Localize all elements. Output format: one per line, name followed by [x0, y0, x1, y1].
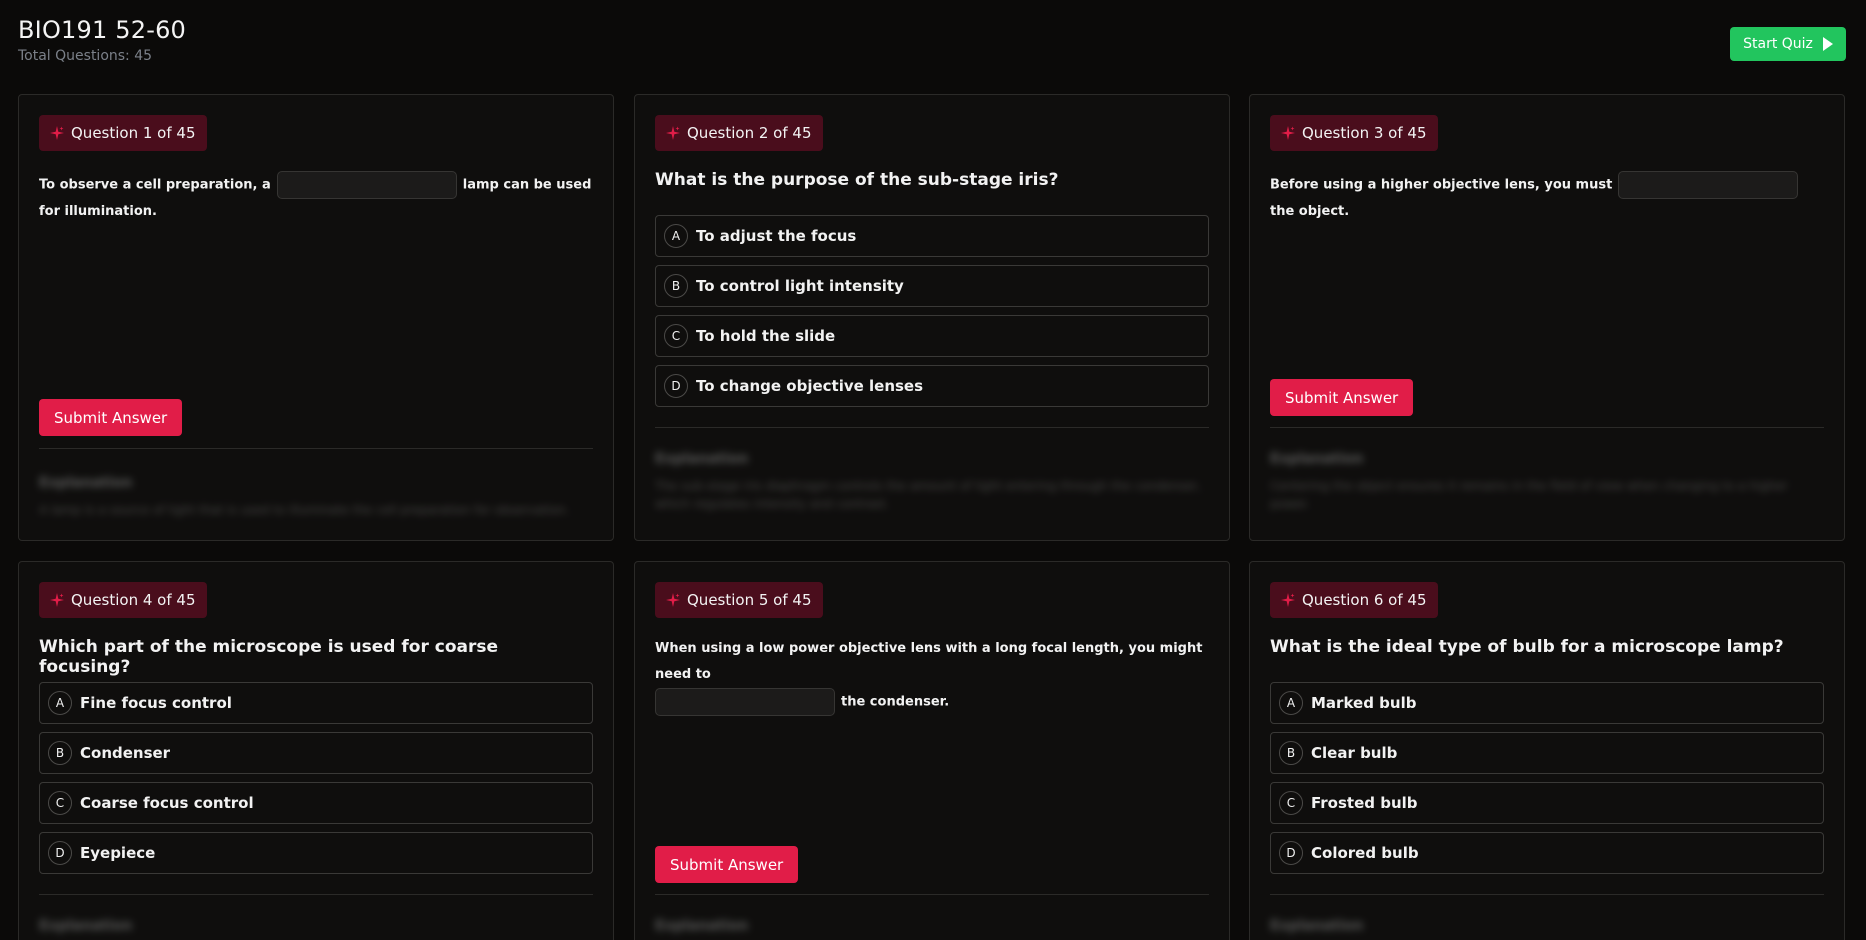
- start-quiz-label: Start Quiz: [1743, 36, 1813, 52]
- question-number: Question 6 of 45: [1302, 591, 1427, 609]
- option-text: To control light intensity: [696, 277, 904, 295]
- option-letter: B: [1279, 741, 1303, 765]
- option-letter: B: [664, 274, 688, 298]
- option-letter: B: [48, 741, 72, 765]
- start-quiz-button[interactable]: Start Quiz: [1730, 27, 1846, 61]
- option-letter: D: [48, 841, 72, 865]
- question-text: To observe a cell preparation, a lamp can…: [39, 171, 593, 225]
- option-text: Colored bulb: [1311, 844, 1419, 862]
- option-a[interactable]: A Marked bulb: [1270, 682, 1824, 724]
- sparkle-icon: [1281, 126, 1295, 140]
- explanation-blurred: Explanation Centering the object ensures…: [1270, 451, 1788, 511]
- option-b[interactable]: B To control light intensity: [655, 265, 1209, 307]
- total-questions: Total Questions: 45: [18, 48, 153, 64]
- explanation-blurred: Explanation: [1270, 918, 1364, 934]
- question-number: Question 4 of 45: [71, 591, 196, 609]
- question-badge: Question 1 of 45: [39, 115, 208, 151]
- question-card-2: Question 2 of 45 What is the purpose of …: [634, 94, 1230, 541]
- question-card-6: Question 6 of 45 What is the ideal type …: [1249, 561, 1845, 940]
- question-card-1: Question 1 of 45 To observe a cell prepa…: [18, 94, 614, 541]
- divider: [39, 894, 593, 895]
- sparkle-icon: [50, 593, 64, 607]
- answer-blank-input[interactable]: [276, 171, 457, 199]
- question-text: What is the ideal type of bulb for a mic…: [1270, 637, 1784, 657]
- option-d[interactable]: D Eyepiece: [39, 832, 593, 874]
- question-number: Question 5 of 45: [687, 591, 812, 609]
- option-letter: D: [1279, 841, 1303, 865]
- explanation-blurred: Explanation The sub-stage iris diaphragm…: [655, 451, 1202, 511]
- question-text: When using a low power objective lens wi…: [655, 636, 1209, 716]
- question-number: Question 2 of 45: [687, 124, 812, 142]
- question-text: Before using a higher objective lens, yo…: [1270, 171, 1824, 225]
- option-letter: D: [664, 374, 688, 398]
- sparkle-icon: [666, 593, 680, 607]
- answer-blank-input[interactable]: [655, 688, 835, 716]
- option-a[interactable]: A Fine focus control: [39, 682, 593, 724]
- option-letter: A: [1279, 691, 1303, 715]
- question-badge: Question 4 of 45: [39, 582, 208, 618]
- submit-answer-button[interactable]: Submit Answer: [39, 399, 183, 436]
- option-d[interactable]: D To change objective lenses: [655, 365, 1209, 407]
- option-a[interactable]: A To adjust the focus: [655, 215, 1209, 257]
- option-letter: A: [664, 224, 688, 248]
- option-c[interactable]: C Frosted bulb: [1270, 782, 1824, 824]
- submit-answer-button[interactable]: Submit Answer: [655, 846, 799, 883]
- question-badge: Question 6 of 45: [1270, 582, 1439, 618]
- explanation-blurred: Explanation: [655, 918, 749, 934]
- answer-options: A Marked bulb B Clear bulb C Frosted bulb D…: [1270, 682, 1824, 882]
- option-text: Fine focus control: [80, 694, 232, 712]
- question-card-5: Question 5 of 45 When using a low power …: [634, 561, 1230, 940]
- option-text: Marked bulb: [1311, 694, 1417, 712]
- question-card-4: Question 4 of 45 Which part of the micro…: [18, 561, 614, 940]
- option-d[interactable]: D Colored bulb: [1270, 832, 1824, 874]
- question-text: Which part of the microscope is used for…: [39, 637, 499, 677]
- question-text: What is the purpose of the sub-stage iri…: [655, 170, 1059, 190]
- question-card-3: Question 3 of 45 Before using a higher o…: [1249, 94, 1845, 541]
- page-title: BIO191 52-60: [18, 16, 187, 44]
- divider: [1270, 427, 1824, 428]
- question-badge: Question 3 of 45: [1270, 115, 1439, 151]
- explanation-blurred: Explanation A lamp is a source of light …: [39, 475, 570, 517]
- answer-options: A To adjust the focus B To control light i…: [655, 215, 1209, 415]
- option-b[interactable]: B Condenser: [39, 732, 593, 774]
- option-text: Condenser: [80, 744, 171, 762]
- option-c[interactable]: C To hold the slide: [655, 315, 1209, 357]
- question-badge: Question 2 of 45: [655, 115, 824, 151]
- option-text: Frosted bulb: [1311, 794, 1418, 812]
- option-letter: C: [1279, 791, 1303, 815]
- option-b[interactable]: B Clear bulb: [1270, 732, 1824, 774]
- option-text: To hold the slide: [696, 327, 836, 345]
- sparkle-icon: [50, 126, 64, 140]
- option-text: To adjust the focus: [696, 227, 857, 245]
- option-c[interactable]: C Coarse focus control: [39, 782, 593, 824]
- option-text: Coarse focus control: [80, 794, 254, 812]
- sparkle-icon: [666, 126, 680, 140]
- option-text: To change objective lenses: [696, 377, 924, 395]
- question-number: Question 3 of 45: [1302, 124, 1427, 142]
- divider: [1270, 894, 1824, 895]
- option-letter: C: [664, 324, 688, 348]
- explanation-blurred: Explanation: [39, 918, 133, 934]
- divider: [39, 448, 593, 449]
- page-header: BIO191 52-60 Total Questions: 45: [18, 16, 186, 64]
- play-icon: [1822, 37, 1833, 51]
- divider: [655, 427, 1209, 428]
- answer-options: A Fine focus control B Condenser C Coarse f…: [39, 682, 593, 882]
- answer-blank-input[interactable]: [1618, 171, 1799, 199]
- question-badge: Question 5 of 45: [655, 582, 824, 618]
- submit-answer-button[interactable]: Submit Answer: [1270, 379, 1414, 416]
- sparkle-icon: [1281, 593, 1295, 607]
- option-text: Clear bulb: [1311, 744, 1398, 762]
- option-letter: C: [48, 791, 72, 815]
- option-letter: A: [48, 691, 72, 715]
- question-number: Question 1 of 45: [71, 124, 196, 142]
- divider: [655, 894, 1209, 895]
- option-text: Eyepiece: [80, 844, 156, 862]
